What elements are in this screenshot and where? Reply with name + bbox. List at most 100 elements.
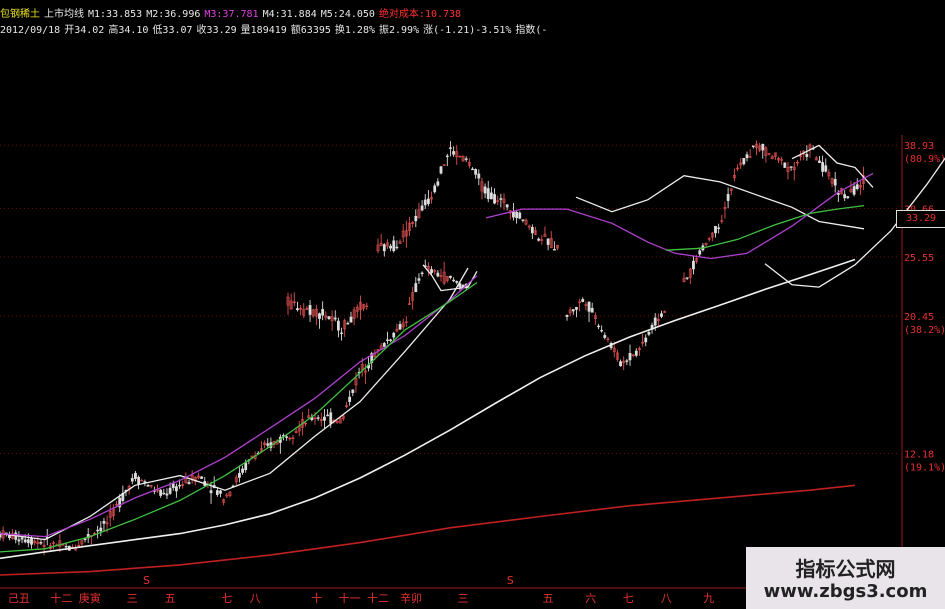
candle-body: [433, 185, 437, 193]
y-tick-label: 25.55: [904, 253, 934, 264]
candle-body: [96, 529, 100, 532]
candle-body: [603, 335, 607, 338]
candle-body: [805, 154, 809, 158]
candle-body: [17, 539, 21, 542]
x-tick-label: 庚寅: [79, 591, 101, 605]
y-tick-label: 20.45: [904, 312, 934, 323]
x-tick-label: 八: [661, 592, 672, 605]
x-tick-label: 十: [311, 591, 322, 605]
candle-body: [619, 361, 622, 367]
candle-body: [647, 332, 651, 335]
candle-body: [165, 493, 169, 496]
candle-body: [818, 160, 821, 163]
candle-body: [628, 352, 632, 361]
candle-body: [493, 194, 496, 204]
candle-body: [386, 339, 389, 341]
candle-body: [340, 332, 343, 334]
candle-body: [439, 166, 443, 174]
candle-body: [26, 539, 30, 544]
candle-body: [30, 537, 33, 545]
candle-body: [389, 339, 393, 341]
x-tick-label: 五: [543, 592, 554, 605]
candle-body: [329, 412, 333, 424]
candle-body: [20, 537, 24, 540]
candle-body: [398, 324, 402, 330]
ma-line-ma_red: [0, 484, 856, 576]
current-price-label: 33.29: [896, 210, 945, 228]
candle-body: [505, 204, 509, 208]
candle-body: [436, 181, 440, 186]
candle-body: [698, 250, 702, 255]
candle-body: [449, 275, 452, 278]
ma-line-ma_short: [0, 267, 469, 541]
candle-body: [321, 309, 325, 316]
candle-body: [597, 325, 600, 328]
candle-body: [420, 205, 424, 211]
candle-body: [477, 173, 481, 179]
candle-body: [449, 147, 452, 149]
candle-body: [537, 238, 541, 241]
x-tick-label: 五: [165, 592, 176, 605]
watermark-title: 指标公式网: [795, 557, 896, 581]
candle-body: [99, 527, 103, 532]
candle-body: [219, 490, 222, 494]
ma-line-ma_mid: [0, 275, 478, 538]
candle-body: [296, 308, 299, 311]
x-tick-label: 八: [250, 592, 261, 605]
x-tick-label: 十二: [50, 591, 72, 605]
candle-body: [323, 416, 326, 421]
candle-body: [499, 198, 503, 200]
candle-body: [587, 301, 591, 312]
x-tick-label: 三: [458, 592, 469, 605]
candle-body: [168, 487, 172, 494]
candle-body: [423, 199, 427, 206]
candle-body: [644, 337, 648, 343]
candle-body: [821, 162, 825, 172]
candle-body: [346, 323, 350, 325]
header-item-2: M1:33.853: [88, 9, 143, 20]
candle-body: [745, 154, 749, 158]
candle-body: [244, 462, 248, 471]
candle-body: [512, 211, 515, 218]
candle-body: [552, 249, 556, 251]
x-tick-label: 己丑: [8, 592, 30, 605]
candle-body: [241, 468, 244, 473]
x-tick-label: 辛卯: [400, 591, 422, 605]
candle-body: [430, 269, 433, 274]
candle-body: [518, 212, 522, 219]
candle-body: [389, 245, 393, 249]
header-item-3: M2:36.996: [146, 9, 201, 20]
candle-body: [452, 279, 456, 282]
candle-body: [742, 157, 746, 165]
ma-line-ma_green_b: [665, 204, 865, 251]
candle-body: [600, 329, 604, 332]
split-marker-0: S: [143, 574, 150, 587]
candle-body: [308, 305, 312, 315]
header-item-0: 包钢稀土: [0, 9, 40, 20]
quote-item-7: 换1.28%: [334, 25, 375, 36]
header-item-4: M3:37.781: [204, 9, 259, 20]
candle-body: [266, 443, 270, 446]
candle-body: [130, 478, 134, 482]
quote-item-8: 振2.99%: [379, 25, 420, 36]
kline-chart: 38.93(80.9%)30.66(61.8%)25.5520.45(38.2%…: [0, 135, 945, 605]
candle-body: [285, 436, 289, 438]
candle-body: [327, 316, 331, 320]
x-tick-label: 七: [221, 592, 232, 605]
candle-body: [351, 389, 355, 393]
candle-body: [474, 169, 478, 175]
candle-body: [843, 194, 847, 199]
candle-body: [685, 277, 689, 279]
candle-body: [714, 225, 717, 234]
candle-body: [209, 490, 213, 494]
x-tick-label: 六: [585, 592, 596, 605]
candle-body: [455, 280, 459, 283]
ma-line-ma_green: [0, 281, 478, 553]
candle-body: [489, 192, 493, 200]
candle-body: [395, 246, 399, 249]
candle-body: [382, 343, 386, 347]
candle-body: [761, 143, 765, 151]
candle-body: [515, 211, 519, 219]
candle-body: [162, 492, 166, 495]
candle-body: [855, 184, 859, 189]
